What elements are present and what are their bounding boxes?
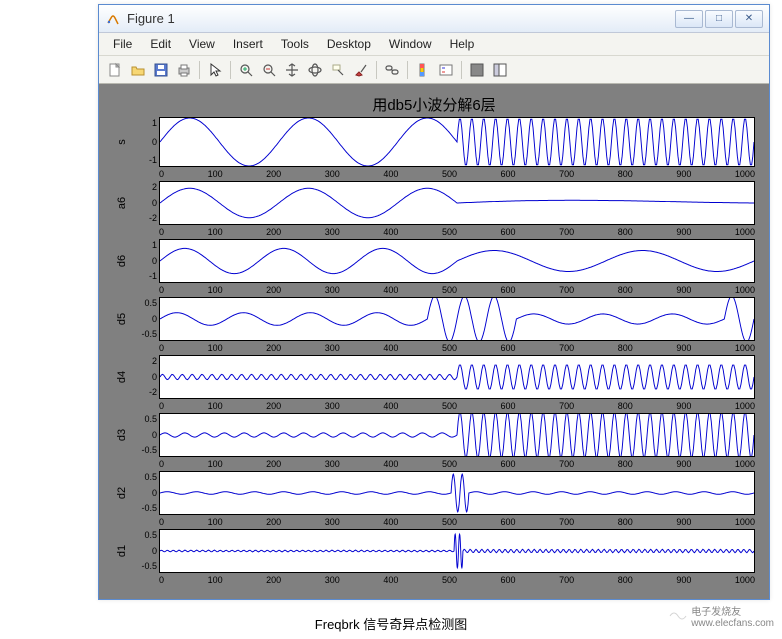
menu-file[interactable]: File [105, 35, 140, 53]
plot-area: 用db5小波分解6层 s10-1010020030040050060070080… [99, 84, 769, 599]
subplot-d1: d10.50-0.5 [113, 529, 755, 573]
xticks-d3: 01002003004005006007008009001000 [159, 459, 755, 469]
ylabel-s: s [116, 133, 128, 151]
xticks-d1: 01002003004005006007008009001000 [159, 575, 755, 585]
figure-window: Figure 1 — □ ✕ FileEditViewInsertToolsDe… [98, 4, 770, 600]
watermark-icon [669, 609, 687, 623]
yticks-a6: 20-2 [131, 181, 159, 225]
xticks-s: 01002003004005006007008009001000 [159, 169, 755, 179]
hide-icon[interactable] [467, 60, 487, 80]
zoom-in-icon[interactable] [236, 60, 256, 80]
xticks-d2: 01002003004005006007008009001000 [159, 517, 755, 527]
axes-d5[interactable] [159, 297, 755, 341]
ylabel-d2: d2 [116, 484, 128, 502]
window-title: Figure 1 [127, 11, 675, 26]
open-icon[interactable] [128, 60, 148, 80]
chart-title: 用db5小波分解6层 [113, 94, 755, 115]
watermark-brand: 电子发烧友 [691, 607, 741, 618]
subplot-d3: d30.50-0.5 [113, 413, 755, 457]
axes-d6[interactable] [159, 239, 755, 283]
toolbar-separator [407, 61, 408, 79]
subplot-d4: d420-2 [113, 355, 755, 399]
yticks-d5: 0.50-0.5 [131, 297, 159, 341]
minimize-button[interactable]: — [675, 10, 703, 28]
menu-window[interactable]: Window [381, 35, 440, 53]
colorbar-icon[interactable] [413, 60, 433, 80]
axes-s[interactable] [159, 117, 755, 167]
print-icon[interactable] [174, 60, 194, 80]
menu-tools[interactable]: Tools [273, 35, 317, 53]
legend-icon[interactable] [436, 60, 456, 80]
xticks-d4: 01002003004005006007008009001000 [159, 401, 755, 411]
yticks-d3: 0.50-0.5 [131, 413, 159, 457]
brush-icon[interactable] [351, 60, 371, 80]
title-bar[interactable]: Figure 1 — □ ✕ [99, 5, 769, 33]
yticks-d2: 0.50-0.5 [131, 471, 159, 515]
yticks-d1: 0.50-0.5 [131, 529, 159, 573]
menu-view[interactable]: View [181, 35, 223, 53]
axes-d4[interactable] [159, 355, 755, 399]
menu-edit[interactable]: Edit [142, 35, 179, 53]
rotate3d-icon[interactable] [305, 60, 325, 80]
subplot-d2: d20.50-0.5 [113, 471, 755, 515]
axes-d2[interactable] [159, 471, 755, 515]
save-icon[interactable] [151, 60, 171, 80]
menu-bar: FileEditViewInsertToolsDesktopWindowHelp [99, 33, 769, 56]
link-icon[interactable] [382, 60, 402, 80]
toolbar-separator [230, 61, 231, 79]
watermark-url: www.elecfans.com [691, 618, 774, 629]
toolbar-separator [199, 61, 200, 79]
menu-help[interactable]: Help [442, 35, 483, 53]
ylabel-a6: a6 [116, 194, 128, 212]
axes-a6[interactable] [159, 181, 755, 225]
datacursor-icon[interactable] [328, 60, 348, 80]
toolbar-separator [376, 61, 377, 79]
toolbar [99, 56, 769, 84]
axes-d1[interactable] [159, 529, 755, 573]
ylabel-d3: d3 [116, 426, 128, 444]
ylabel-d4: d4 [116, 368, 128, 386]
yticks-d6: 10-1 [131, 239, 159, 283]
axes-d3[interactable] [159, 413, 755, 457]
matlab-icon [105, 11, 121, 27]
new-file-icon[interactable] [105, 60, 125, 80]
pan-icon[interactable] [282, 60, 302, 80]
ylabel-d6: d6 [116, 252, 128, 270]
subplot-s: s10-1 [113, 117, 755, 167]
ylabel-d1: d1 [116, 542, 128, 560]
yticks-s: 10-1 [131, 117, 159, 167]
subplot-d5: d50.50-0.5 [113, 297, 755, 341]
zoom-out-icon[interactable] [259, 60, 279, 80]
source-watermark: 电子发烧友 www.elecfans.com [669, 603, 774, 629]
xticks-d6: 01002003004005006007008009001000 [159, 285, 755, 295]
menu-desktop[interactable]: Desktop [319, 35, 379, 53]
pointer-icon[interactable] [205, 60, 225, 80]
yticks-d4: 20-2 [131, 355, 159, 399]
toolbar-separator [461, 61, 462, 79]
close-button[interactable]: ✕ [735, 10, 763, 28]
xticks-d5: 01002003004005006007008009001000 [159, 343, 755, 353]
ylabel-d5: d5 [116, 310, 128, 328]
subplot-d6: d610-1 [113, 239, 755, 283]
show-icon[interactable] [490, 60, 510, 80]
maximize-button[interactable]: □ [705, 10, 733, 28]
xticks-a6: 01002003004005006007008009001000 [159, 227, 755, 237]
figure-caption: Freqbrk 信号奇异点检测图 [0, 614, 782, 633]
menu-insert[interactable]: Insert [225, 35, 271, 53]
subplot-a6: a620-2 [113, 181, 755, 225]
